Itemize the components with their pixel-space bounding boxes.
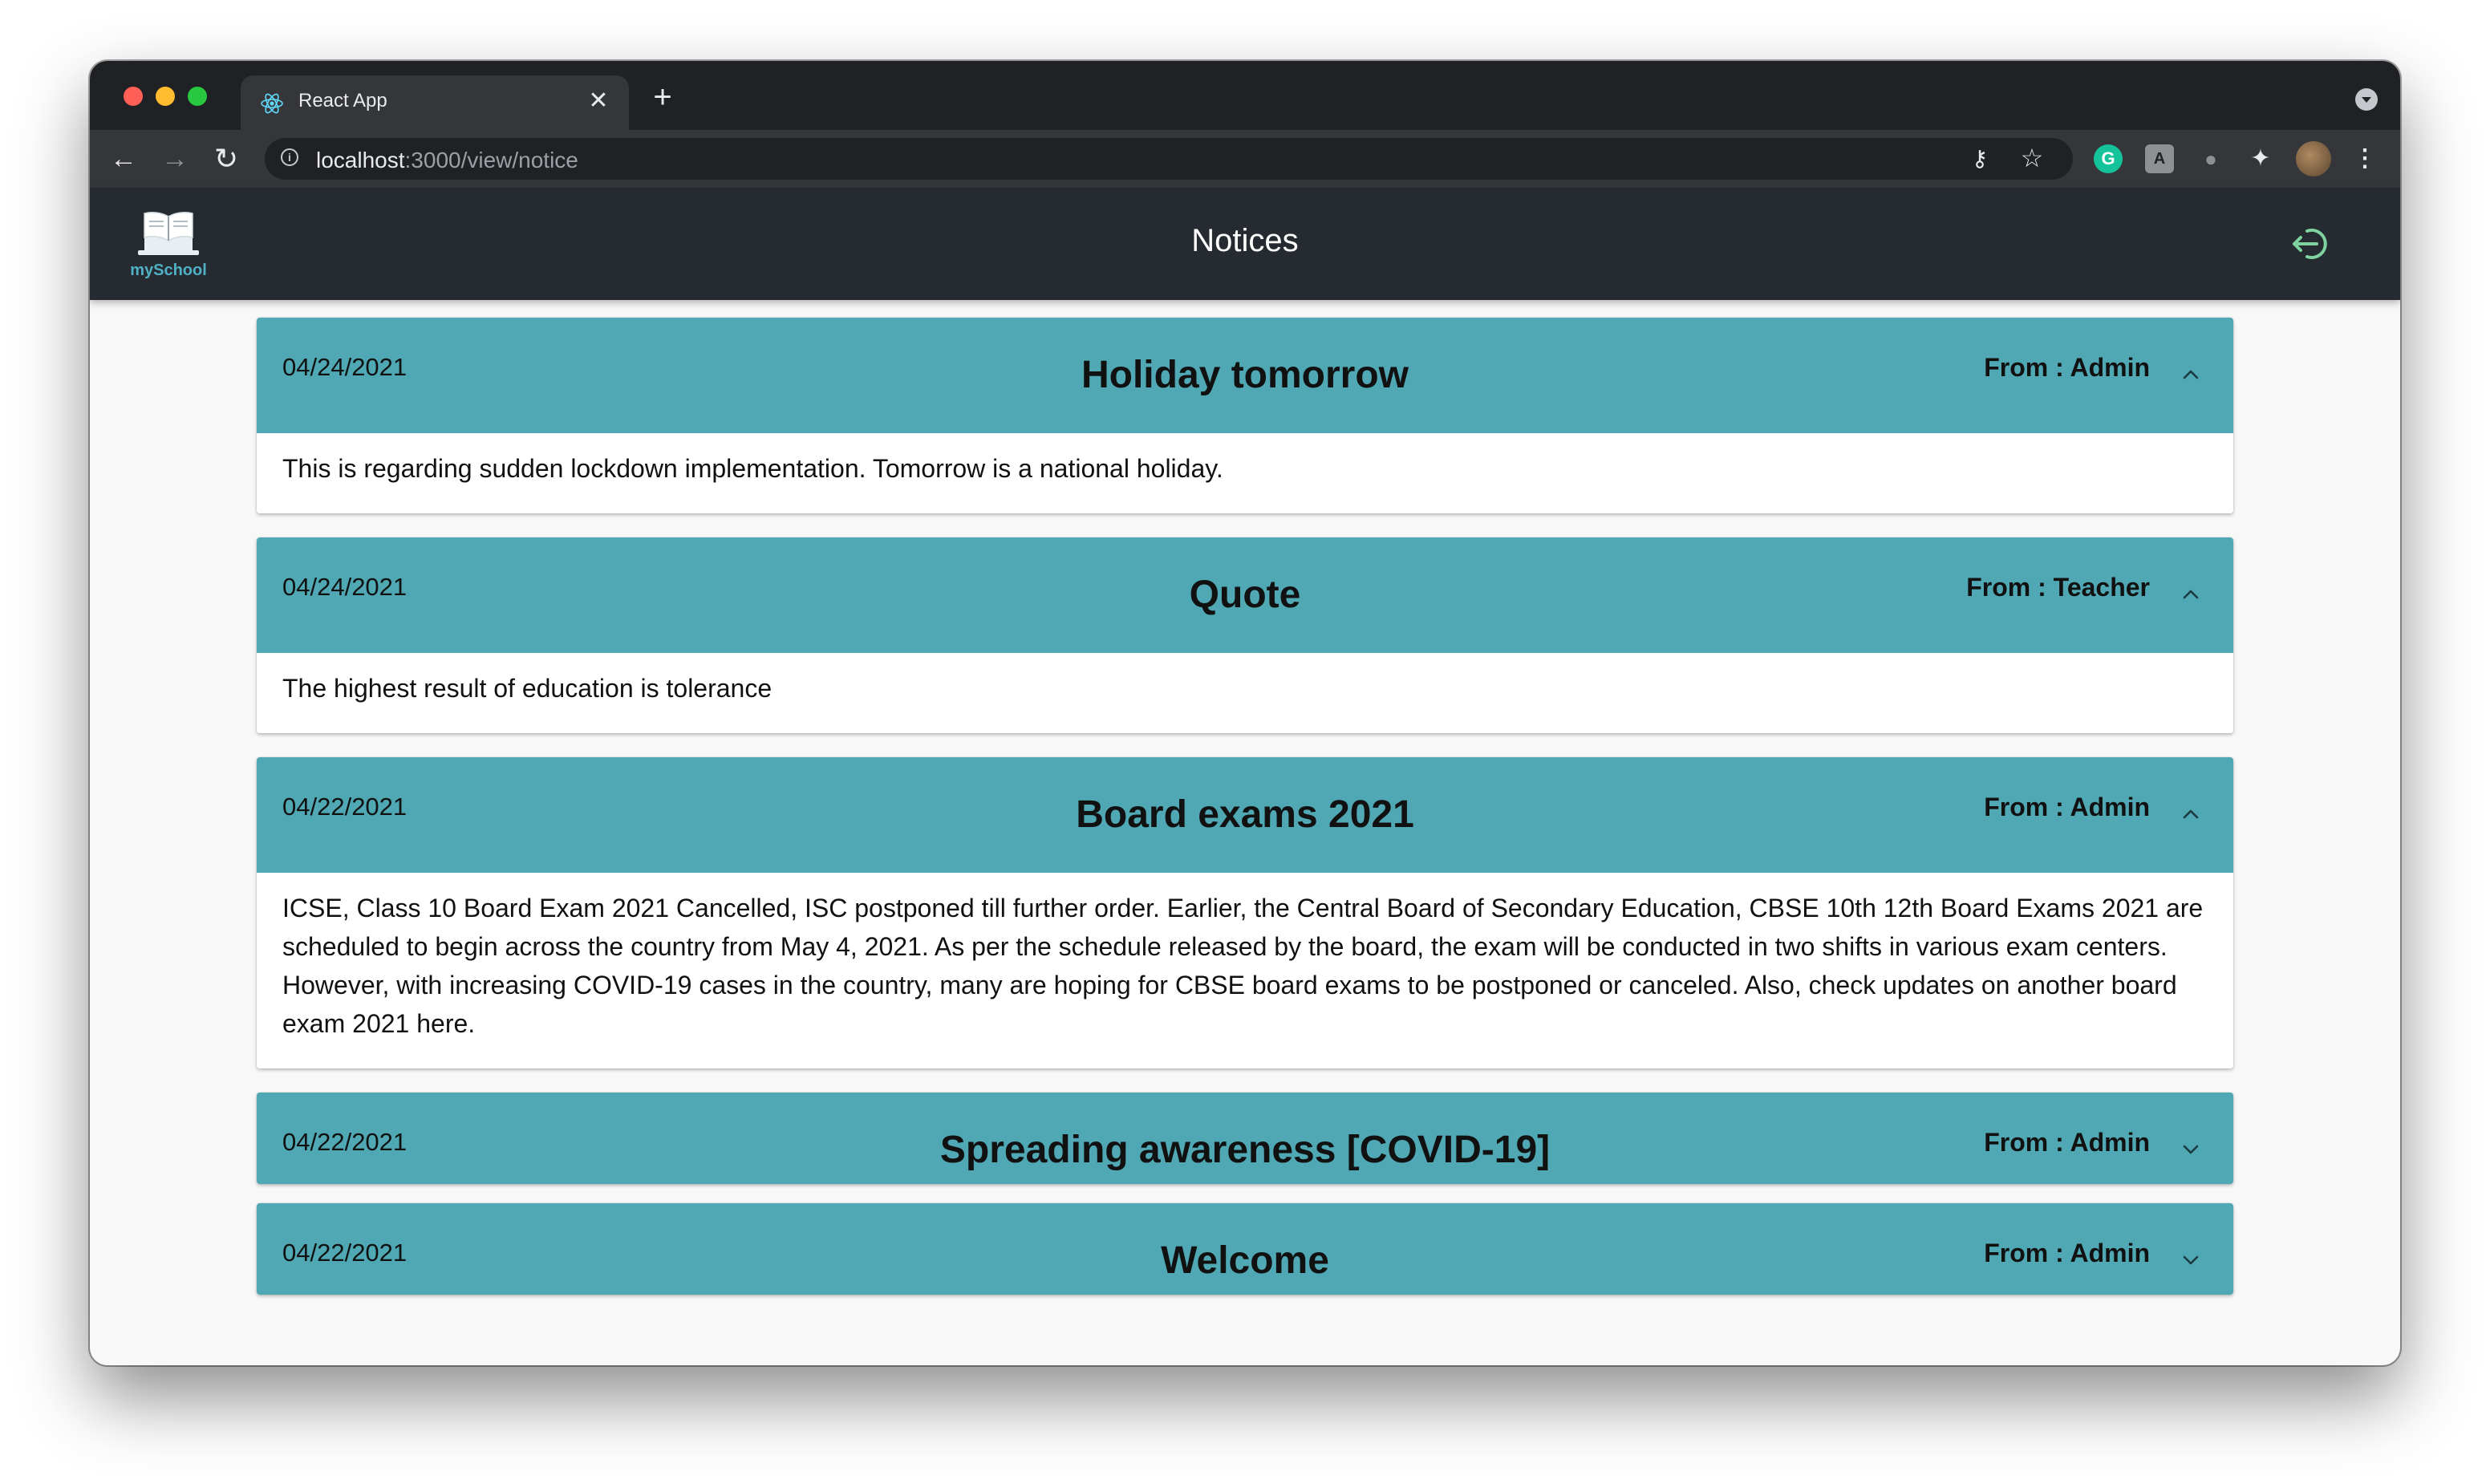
chevron-up-icon[interactable] [2180, 364, 2201, 385]
browser-window: React App ✕ + ← → ↻ i localhost:3000/vie… [90, 61, 2400, 1365]
notice-header[interactable]: Holiday tomorrow 04/24/2021 From : Admin [257, 318, 2233, 433]
notice-date: 04/22/2021 [282, 793, 408, 821]
screenshot-stage: React App ✕ + ← → ↻ i localhost:3000/vie… [0, 0, 2490, 1484]
url-path: :3000/view/notice [404, 148, 578, 172]
notice-date: 04/22/2021 [282, 1239, 408, 1267]
app-header: mySchool Notices [90, 188, 2400, 300]
profile-avatar[interactable] [2296, 141, 2331, 176]
address-bar[interactable]: i localhost:3000/view/notice ⚷ ☆ [265, 138, 2073, 180]
site-info-icon[interactable]: i [281, 148, 298, 166]
notice-date: 04/24/2021 [282, 573, 408, 601]
logout-icon[interactable] [2289, 226, 2333, 262]
page-title: Notices [1191, 223, 1299, 258]
notice-author: From : Teacher [1966, 573, 2150, 602]
notice-list: Holiday tomorrow 04/24/2021 From : Admin… [257, 318, 2233, 1314]
forward-button[interactable]: → [157, 141, 193, 176]
extensions-puzzle-icon[interactable]: ✦ [2246, 144, 2275, 173]
notice-author: From : Admin [1984, 353, 2150, 382]
grammarly-extension-icon[interactable]: G [2094, 144, 2123, 173]
close-window-button[interactable] [124, 87, 143, 106]
new-tab-button[interactable]: + [648, 81, 677, 113]
url-text: localhost:3000/view/notice [316, 148, 578, 173]
browser-tab[interactable]: React App ✕ [241, 75, 629, 130]
notice-body: ICSE, Class 10 Board Exam 2021 Cancelled… [257, 873, 2233, 1068]
extension-icon[interactable]: ● [2196, 144, 2225, 173]
notice-author: From : Admin [1984, 793, 2150, 821]
tab-strip: React App ✕ + [90, 61, 2400, 130]
notice-title: Board exams 2021 [1076, 793, 1414, 836]
react-icon [261, 93, 283, 114]
notice-body: This is regarding sudden lockdown implem… [257, 433, 2233, 513]
chevron-up-icon[interactable] [2180, 584, 2201, 605]
url-host: localhost [316, 148, 405, 172]
notice-header[interactable]: Welcome 04/22/2021 From : Admin [257, 1203, 2233, 1295]
reload-button[interactable]: ↻ [209, 141, 244, 176]
notice-header[interactable]: Quote 04/24/2021 From : Teacher [257, 537, 2233, 653]
chevron-down-icon[interactable] [2180, 1250, 2201, 1271]
notice-title: Holiday tomorrow [1081, 354, 1409, 396]
tab-search-icon[interactable] [2355, 88, 2378, 111]
password-key-icon[interactable]: ⚷ [1967, 146, 1993, 172]
logo-text: mySchool [130, 262, 207, 279]
notice-card: Quote 04/24/2021 From : Teacher The high… [257, 537, 2233, 733]
notice-title: Spreading awareness [COVID-19] [939, 1129, 1551, 1171]
close-tab-icon[interactable]: ✕ [584, 87, 613, 116]
notice-author: From : Admin [1984, 1128, 2150, 1157]
maximize-window-button[interactable] [188, 87, 207, 106]
back-button[interactable]: ← [106, 141, 141, 176]
notice-header[interactable]: Spreading awareness [COVID-19] 04/22/202… [257, 1093, 2233, 1184]
browser-toolbar: ← → ↻ i localhost:3000/view/notice ⚷ ☆ G… [90, 130, 2400, 188]
notice-author: From : Admin [1984, 1239, 2150, 1267]
notice-card: Spreading awareness [COVID-19] 04/22/202… [257, 1093, 2233, 1184]
notice-body: The highest result of education is toler… [257, 653, 2233, 733]
browser-menu-icon[interactable]: ⋮ [2350, 144, 2379, 173]
notice-header[interactable]: Board exams 2021 04/22/2021 From : Admin [257, 757, 2233, 873]
notice-title: Welcome [1161, 1239, 1329, 1282]
notice-card: Holiday tomorrow 04/24/2021 From : Admin… [257, 318, 2233, 513]
bookmark-star-icon[interactable]: ☆ [2018, 144, 2046, 172]
notice-date: 04/24/2021 [282, 353, 408, 381]
notice-date: 04/22/2021 [282, 1128, 408, 1156]
notice-card: Board exams 2021 04/22/2021 From : Admin… [257, 757, 2233, 1068]
tab-title: React App [298, 90, 387, 112]
chevron-up-icon[interactable] [2180, 804, 2201, 825]
minimize-window-button[interactable] [156, 87, 175, 106]
translate-extension-icon[interactable]: A [2145, 144, 2174, 173]
notice-title: Quote [1189, 574, 1301, 616]
chevron-down-icon[interactable] [2180, 1139, 2201, 1160]
notice-card: Welcome 04/22/2021 From : Admin [257, 1203, 2233, 1295]
